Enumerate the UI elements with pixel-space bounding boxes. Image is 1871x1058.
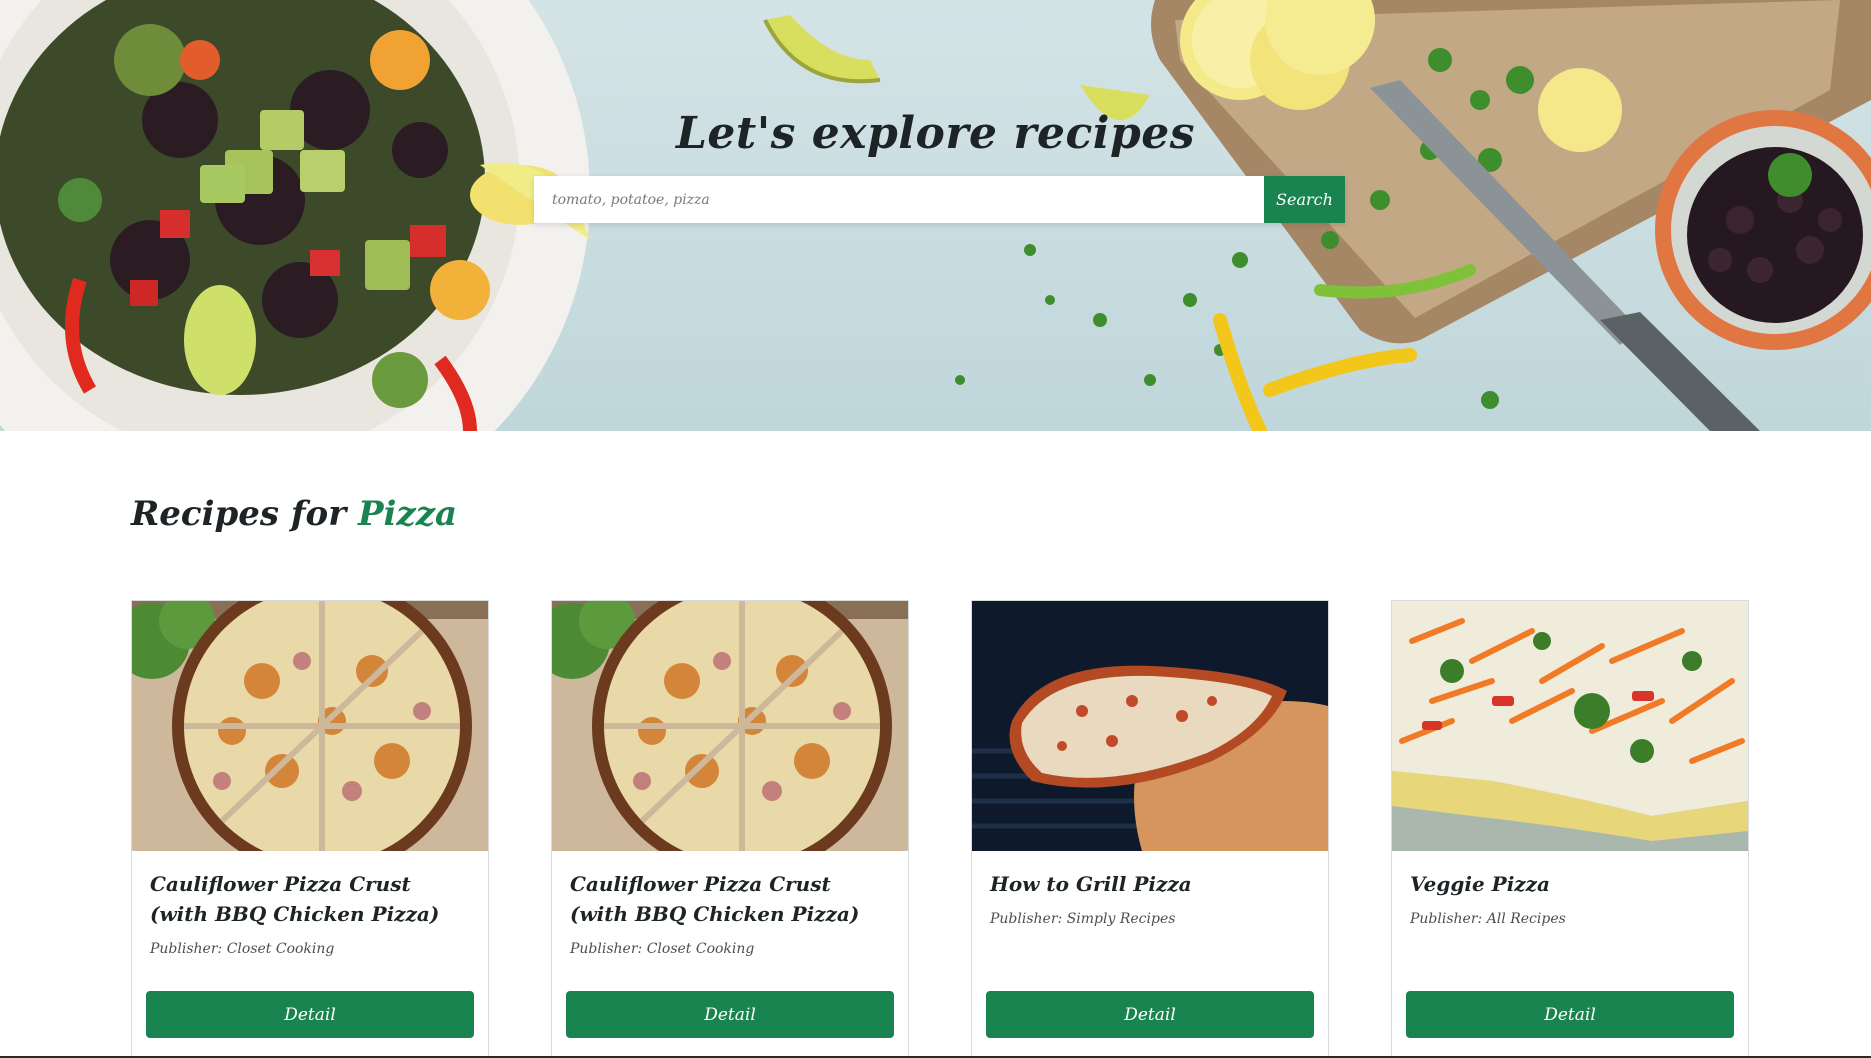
hero-banner: Let's explore recipes Search <box>0 0 1871 431</box>
recipe-card-body: Veggie Pizza Publisher: All Recipes <box>1392 851 1748 927</box>
recipe-image-cauliflower-pizza <box>132 601 488 851</box>
detail-button[interactable]: Detail <box>146 991 474 1038</box>
recipe-card: Cauliflower Pizza Crust (with BBQ Chicke… <box>551 600 909 1058</box>
recipe-title: Cauliflower Pizza Crust (with BBQ Chicke… <box>150 872 440 926</box>
page: Let's explore recipes Search Recipes for… <box>0 0 1871 1058</box>
recipe-card: Cauliflower Pizza Crust (with BBQ Chicke… <box>131 600 489 1058</box>
recipe-card-body: Cauliflower Pizza Crust (with BBQ Chicke… <box>132 851 488 957</box>
recipe-title: Veggie Pizza <box>1410 872 1550 896</box>
recipe-title: How to Grill Pizza <box>990 872 1192 896</box>
search-button[interactable]: Search <box>1264 176 1345 223</box>
recipe-publisher: Publisher: Closet Cooking <box>150 941 335 957</box>
recipe-publisher: Publisher: Simply Recipes <box>990 911 1176 927</box>
detail-button[interactable]: Detail <box>1406 991 1734 1038</box>
recipe-publisher: Publisher: Closet Cooking <box>570 941 755 957</box>
recipe-image-veggie-pizza <box>1392 601 1748 851</box>
results-heading: Recipes for Pizza <box>131 494 457 534</box>
recipe-card-list: Cauliflower Pizza Crust (with BBQ Chicke… <box>131 600 1749 1058</box>
results-query: Pizza <box>357 494 458 534</box>
recipe-card-body: Cauliflower Pizza Crust (with BBQ Chicke… <box>552 851 908 957</box>
recipe-card-body: How to Grill Pizza Publisher: Simply Rec… <box>972 851 1328 927</box>
search-input[interactable] <box>534 176 1264 223</box>
detail-button[interactable]: Detail <box>986 991 1314 1038</box>
detail-button[interactable]: Detail <box>566 991 894 1038</box>
recipe-publisher: Publisher: All Recipes <box>1410 911 1566 927</box>
recipe-card: Veggie Pizza Publisher: All Recipes Deta… <box>1391 600 1749 1058</box>
recipe-image-cauliflower-pizza <box>552 601 908 851</box>
recipe-title: Cauliflower Pizza Crust (with BBQ Chicke… <box>570 872 860 926</box>
search-bar: Search <box>534 176 1345 223</box>
recipe-image-grilled-pizza <box>972 601 1328 851</box>
recipe-card: How to Grill Pizza Publisher: Simply Rec… <box>971 600 1329 1058</box>
hero-title: Let's explore recipes <box>675 108 1196 159</box>
results-heading-prefix: Recipes for <box>131 494 347 534</box>
